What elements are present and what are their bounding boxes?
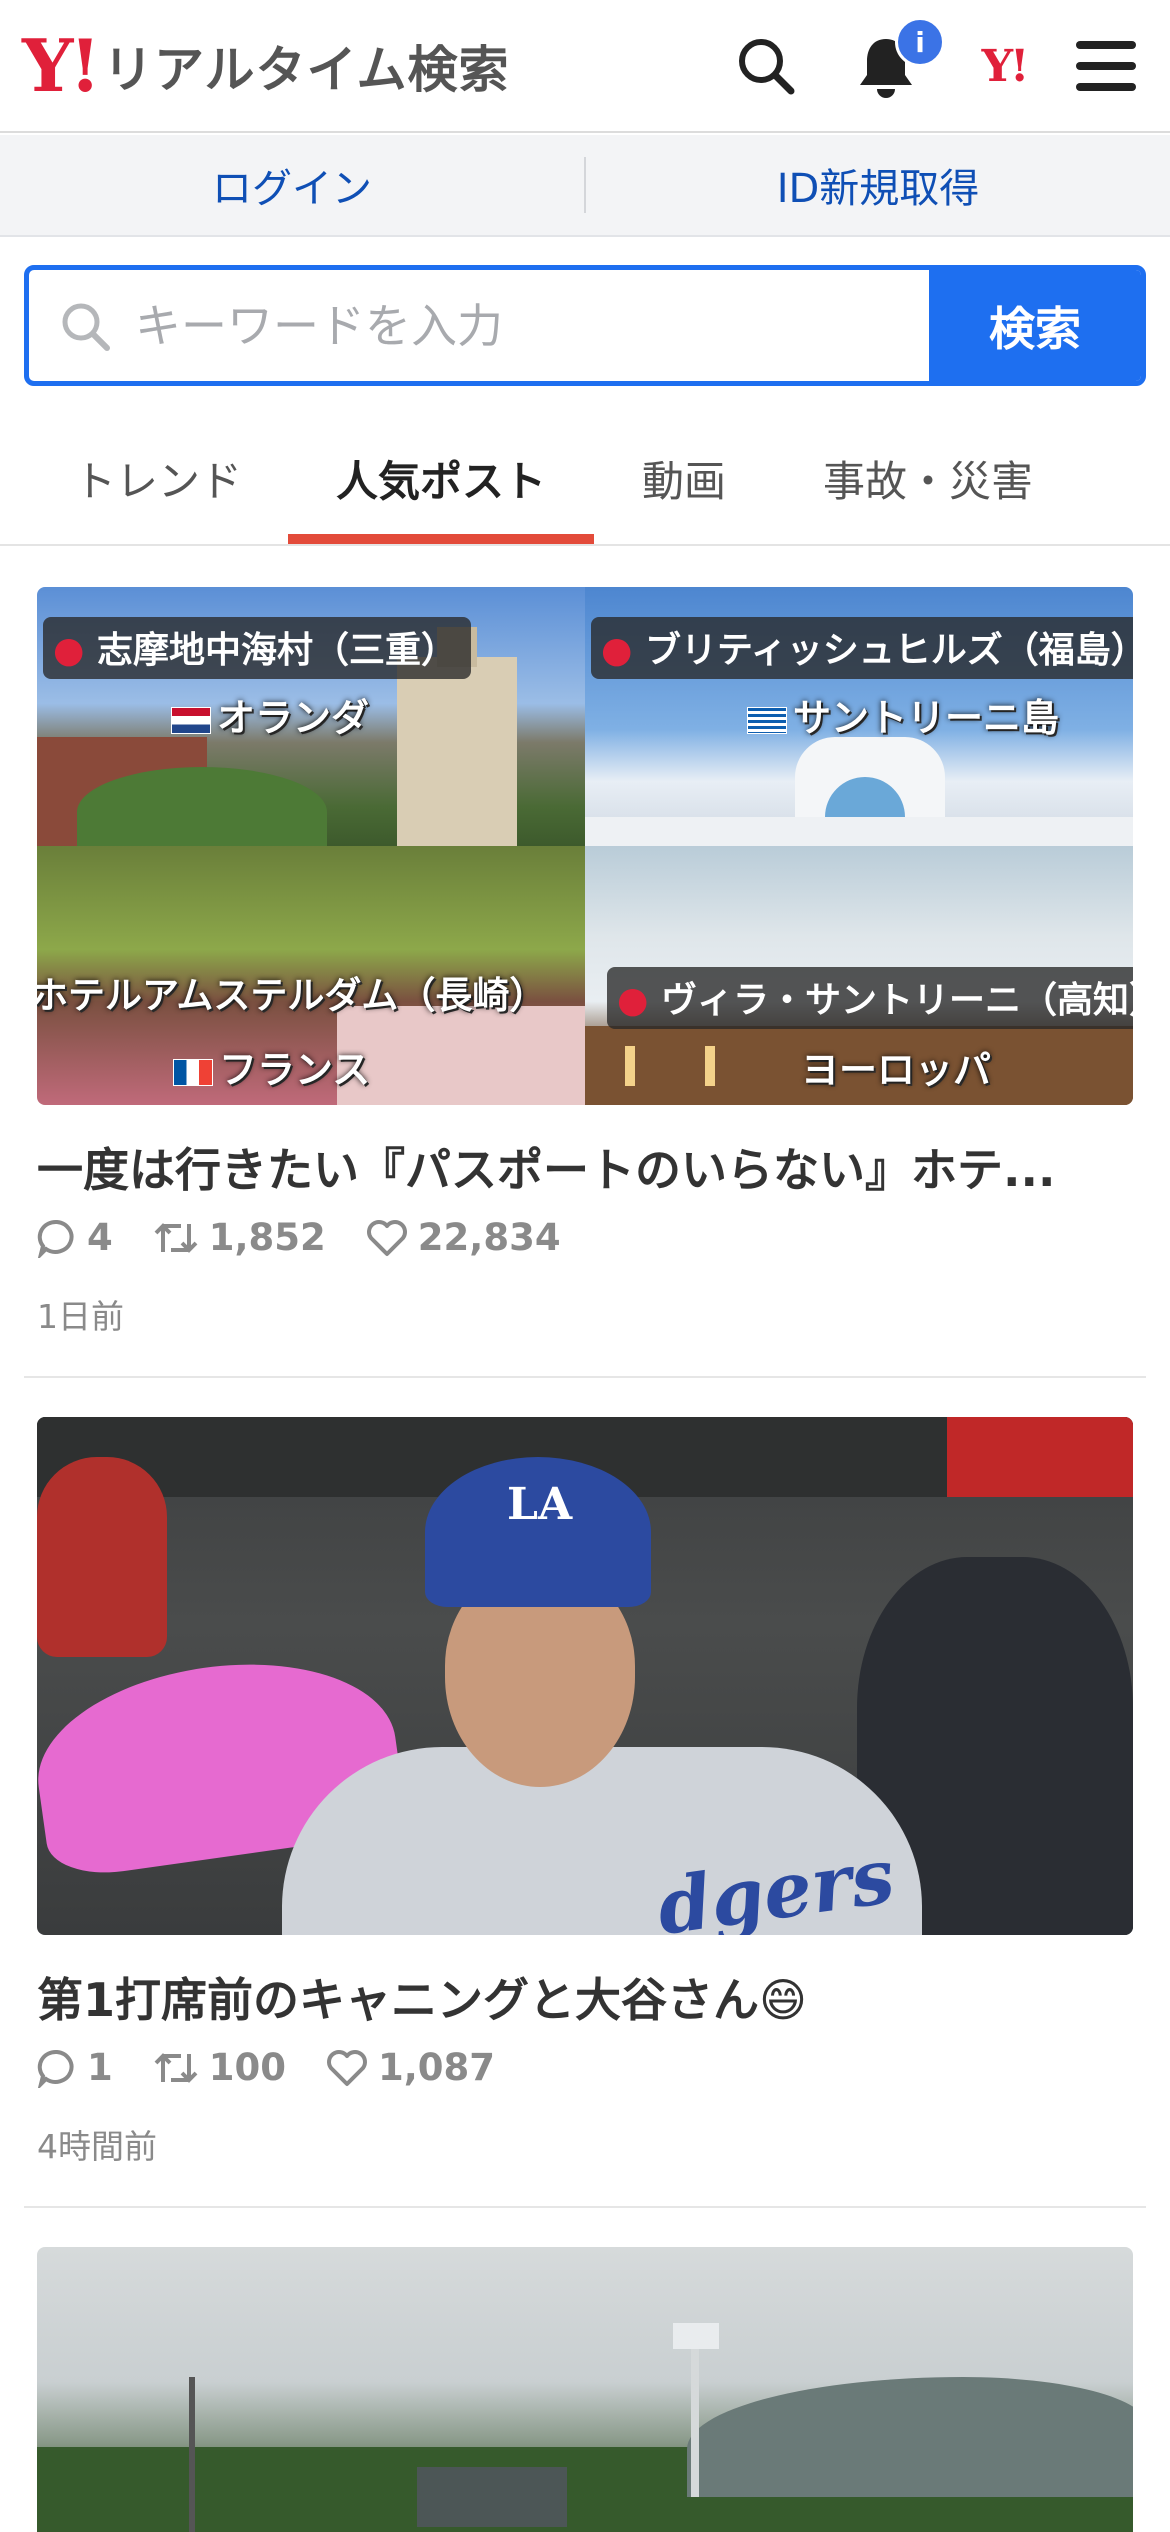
flag-france-icon	[173, 1059, 213, 1086]
place-tag-4: ● ヴィラ・サントリーニ（高知）	[607, 967, 1133, 1029]
repost-count[interactable]: 100	[153, 2046, 286, 2089]
country-label-netherlands: オランダ	[171, 687, 369, 742]
search-input-icon	[62, 303, 110, 351]
tab-popular-posts[interactable]: 人気ポスト	[288, 410, 594, 546]
search-input[interactable]	[135, 298, 835, 353]
post-image-3[interactable]	[37, 2247, 1133, 2532]
dodgers-cap-logo: LA	[507, 1479, 573, 1530]
like-count-value: 1,087	[377, 2046, 496, 2089]
reply-count-value: 1	[87, 2046, 113, 2089]
header-search-button[interactable]	[728, 28, 804, 104]
heart-icon	[366, 1219, 407, 1256]
reply-count[interactable]: 4	[37, 1216, 113, 1259]
fan-red-jacket	[37, 1457, 167, 1657]
post-image-2[interactable]: LA dgers	[37, 1417, 1133, 1935]
repost-icon	[154, 1222, 198, 1253]
place-label: ブリティッシュヒルズ（福島）	[644, 630, 1133, 671]
mountains	[687, 2377, 1133, 2497]
hamburger-menu-icon	[1076, 41, 1136, 91]
tab-trend[interactable]: トレンド	[38, 410, 278, 546]
search-icon	[739, 39, 795, 95]
place-label: ヴィラ・サントリーニ（高知）	[660, 980, 1133, 1021]
place-label: ホテルアムステルダム（長崎）	[37, 974, 547, 1017]
search-field[interactable]	[29, 270, 929, 381]
country-name: オランダ	[217, 696, 370, 740]
repost-count-value: 1,852	[208, 1216, 326, 1259]
post-stats-1: 4 1,852 22,834	[37, 1216, 601, 1259]
site-title: リアルタイム検索	[103, 41, 510, 99]
post-image-1[interactable]: ● 志摩地中海村（三重） オランダ ● ブリティッシュヒルズ（福島） サントリー…	[37, 587, 1133, 1105]
yahoo-japan-logo: Y!	[981, 40, 1030, 92]
heart-icon	[327, 2049, 367, 2086]
like-count[interactable]: 22,834	[366, 1216, 561, 1259]
yahoo-japan-link[interactable]: Y!	[966, 28, 1042, 104]
country-name: フランス	[219, 1048, 371, 1092]
light-tower-lamps	[673, 2323, 719, 2349]
reply-icon	[37, 1219, 74, 1258]
register-link[interactable]: ID新規取得	[586, 156, 1170, 214]
search-button[interactable]: 検索	[929, 270, 1141, 381]
tab-accidents-disasters[interactable]: 事故・災害	[790, 410, 1066, 546]
flag-greece-icon	[747, 707, 787, 734]
light-tower	[691, 2327, 699, 2497]
reply-count-value: 4	[87, 1216, 113, 1259]
post-title-1[interactable]: 一度は行きたい『パスポートのいらない』ホテ...	[37, 1134, 1133, 1200]
country-label-france: フランス	[173, 1039, 370, 1094]
post-divider	[24, 2206, 1146, 2208]
flag-netherlands-icon	[171, 707, 211, 734]
utility-pole	[189, 2377, 195, 2532]
repost-icon	[154, 2052, 198, 2083]
map-pin-icon: ●	[53, 630, 85, 671]
country-label-europe: ヨーロッパ	[801, 1048, 992, 1092]
red-sign	[947, 1417, 1133, 1497]
search-form: 検索	[24, 265, 1146, 386]
place-label: 志摩地中海村（三重）	[96, 630, 457, 671]
post-divider	[24, 1376, 1146, 1378]
map-pin-icon: ●	[601, 630, 633, 671]
repost-count[interactable]: 1,852	[153, 1216, 326, 1259]
menu-button[interactable]	[1068, 28, 1144, 104]
place-tag-3: ホテルアムステルダム（長崎）	[37, 965, 546, 1019]
country-label-santorini: サントリーニ島	[747, 687, 1059, 742]
reply-count[interactable]: 1	[37, 2046, 113, 2089]
tab-videos[interactable]: 動画	[604, 410, 764, 546]
post-stats-2: 1 100 1,087	[37, 2046, 535, 2089]
notification-badge: i	[895, 17, 945, 67]
post-title-2[interactable]: 第1打席前のキャニングと大谷さん😄	[37, 1964, 1133, 2030]
repost-count-value: 100	[208, 2046, 286, 2089]
post-timestamp-1: 1日前	[37, 1297, 124, 1336]
auth-bar: ログイン ID新規取得	[0, 135, 1170, 237]
place-tag-2: ● ブリティッシュヒルズ（福島）	[591, 617, 1133, 679]
post-timestamp-2: 4時間前	[37, 2127, 157, 2166]
yahoo-logo-mark: Y!	[22, 23, 101, 108]
reply-icon	[37, 2049, 74, 2088]
active-tab-indicator	[288, 534, 594, 544]
scoreboard	[417, 2467, 567, 2527]
like-count[interactable]: 1,087	[326, 2046, 495, 2089]
yahoo-realtime-logo[interactable]: Y! リアルタイム検索	[22, 26, 510, 106]
app-header: Y! リアルタイム検索 i Y!	[0, 0, 1170, 133]
place-tag-1: ● 志摩地中海村（三重）	[43, 617, 471, 679]
like-count-value: 22,834	[417, 1216, 561, 1259]
country-name: サントリーニ島	[793, 696, 1060, 740]
login-link[interactable]: ログイン	[0, 156, 584, 214]
map-pin-icon: ●	[617, 980, 649, 1021]
tab-bar: トレンド 人気ポスト 動画 事故・災害	[0, 410, 1170, 546]
